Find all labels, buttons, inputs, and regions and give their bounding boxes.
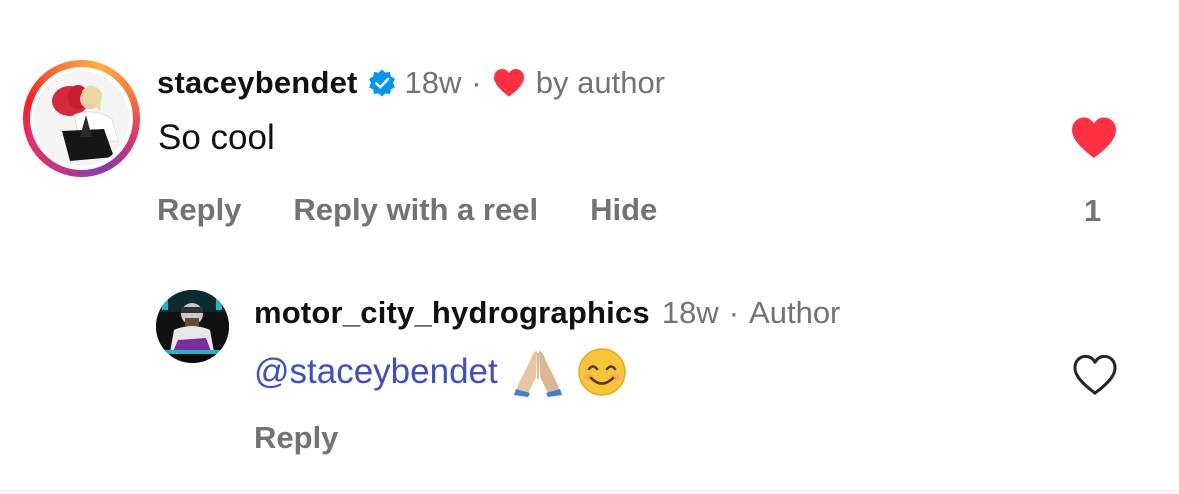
reply-button[interactable]: Reply [254, 420, 338, 456]
story-ring[interactable] [23, 60, 140, 177]
avatar-image [34, 71, 129, 166]
like-count[interactable]: 1 [1084, 193, 1101, 229]
verified-badge-icon [368, 69, 395, 97]
avatar[interactable] [34, 71, 129, 166]
author-label: Author [749, 295, 841, 330]
hide-button[interactable]: Hide [590, 192, 657, 228]
liked-by-author-label: by author [535, 65, 666, 100]
avatar[interactable] [156, 290, 229, 363]
username[interactable]: staceybendet [157, 65, 358, 101]
avatar-image [156, 290, 229, 363]
timestamp: 18w [661, 295, 719, 330]
heart-icon [493, 69, 524, 97]
folded-hands-emoji [513, 351, 562, 397]
reply-header: motor_city_hydrographics 18w · Author [254, 292, 840, 334]
mention-link[interactable]: @staceybendet [254, 352, 498, 392]
comment-text: So cool [158, 118, 275, 157]
smiling-face-emoji [578, 348, 626, 396]
comment-header: staceybendet 18w · by author [157, 62, 665, 104]
timestamp: 18w [404, 65, 462, 100]
reply-actions: Reply [254, 420, 390, 456]
like-button-filled-heart-icon[interactable] [1070, 116, 1118, 160]
like-button-outline-heart-icon[interactable] [1072, 354, 1118, 396]
comment-actions: Reply Reply with a reel Hide [157, 192, 709, 228]
username[interactable]: motor_city_hydrographics [254, 295, 650, 331]
reply-text: @staceybendet [254, 346, 628, 398]
reply-button[interactable]: Reply [157, 192, 241, 228]
separator-dot: · [471, 65, 482, 100]
divider [0, 490, 1179, 491]
separator-dot: · [728, 295, 740, 330]
reply-with-reel-button[interactable]: Reply with a reel [293, 192, 538, 228]
